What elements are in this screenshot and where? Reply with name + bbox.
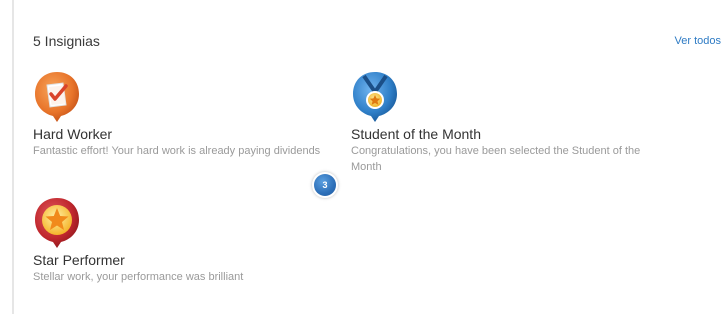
badge-star-performer[interactable]: Star Performer Stellar work, your perfor… [33,196,333,285]
badge-description: Congratulations, you have been selected … [351,145,641,173]
star-badge-icon [35,198,79,248]
badge-title: Star Performer [33,252,125,268]
medal-badge-icon [353,72,397,122]
badge-title: Hard Worker [33,126,113,142]
badge-description: Fantastic effort! Your hard work is alre… [33,145,321,157]
badge-title: Student of the Month [351,126,481,142]
checklist-badge-icon [35,72,79,122]
count-badge[interactable]: 3 [314,174,336,196]
see-all-link[interactable]: Ver todos [675,35,721,47]
left-divider [12,0,14,314]
badge-hard-worker[interactable]: Hard Worker Fantastic effort! Your hard … [33,70,333,159]
badges-count-title: 5 Insignias [33,33,100,49]
badge-student-of-the-month[interactable]: Student of the Month Congratulations, yo… [351,70,651,175]
badge-description: Stellar work, your performance was brill… [33,271,244,283]
